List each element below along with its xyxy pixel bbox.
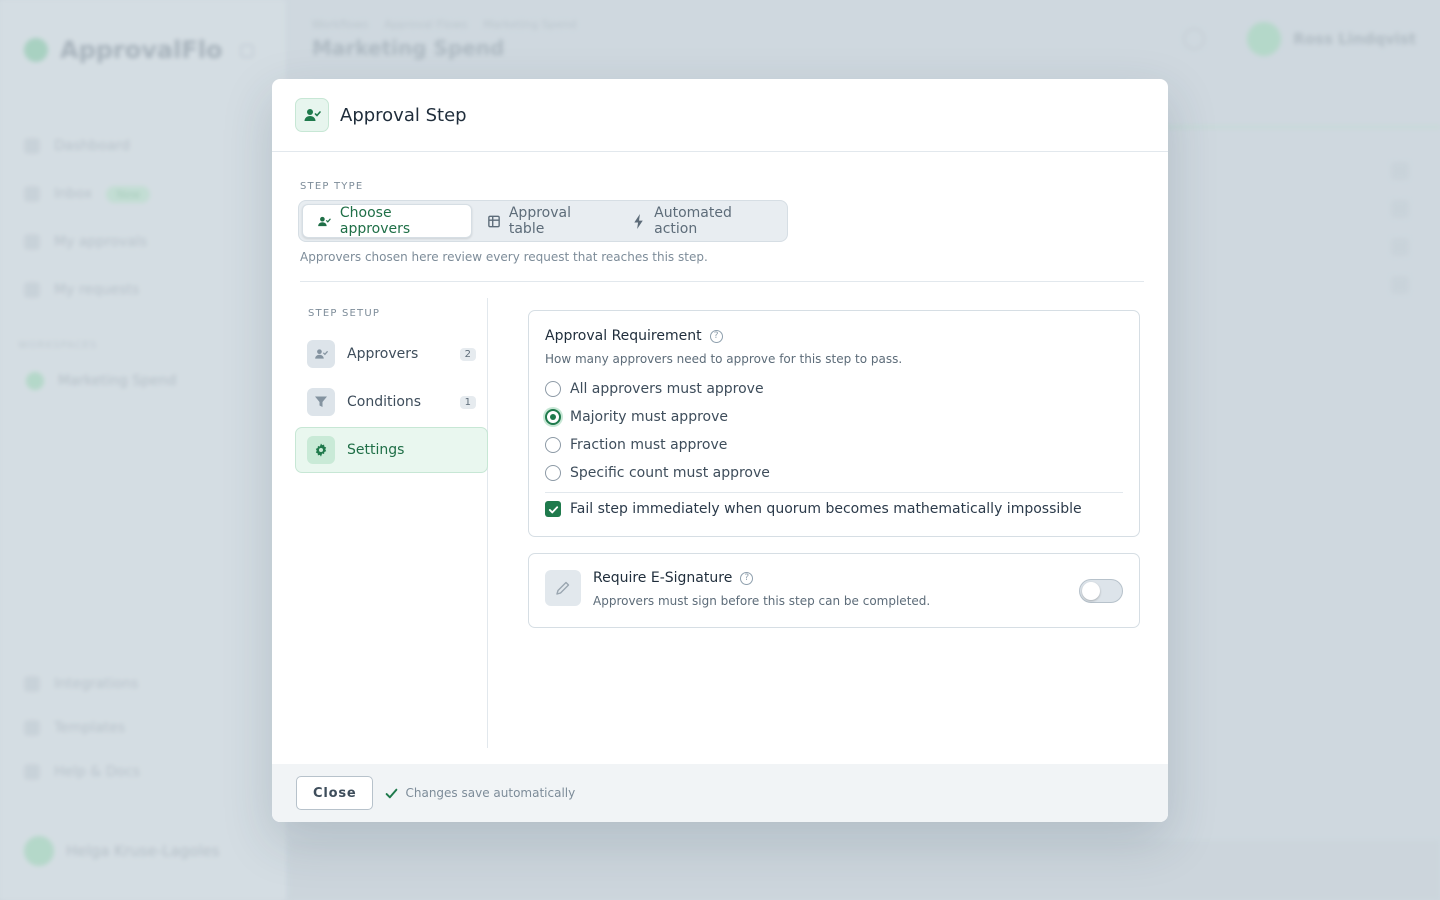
step-type-label: STEP TYPE [300, 181, 364, 192]
radio-specific-count[interactable]: Specific count must approve [545, 465, 770, 481]
radio-all-approvers[interactable]: All approvers must approve [545, 381, 764, 397]
dialog-title: Approval Step [340, 104, 467, 126]
approval-requirement-subtitle: How many approvers need to approve for t… [545, 352, 903, 366]
radio-label: Fraction must approve [570, 437, 728, 453]
user-check-icon [295, 98, 329, 132]
approval-requirement-title-text: Approval Requirement [545, 328, 702, 344]
dialog-header: Approval Step [272, 79, 1168, 152]
setup-item-conditions[interactable]: Conditions 1 [295, 379, 488, 425]
close-button[interactable]: Close [296, 776, 374, 810]
fail-fast-checkbox-row[interactable]: Fail step immediately when quorum become… [545, 501, 1082, 517]
pencil-icon [545, 570, 581, 606]
step-type-approval-table[interactable]: Approval table [474, 204, 617, 238]
step-type-choose-approvers[interactable]: Choose approvers [302, 204, 472, 238]
radio-label: Specific count must approve [570, 465, 770, 481]
radio-label: All approvers must approve [570, 381, 764, 397]
e-signature-card: Require E-Signature ? Approvers must sig… [528, 553, 1140, 628]
e-signature-subtitle: Approvers must sign before this step can… [593, 594, 931, 608]
table-icon [488, 215, 500, 227]
radio-button[interactable] [545, 409, 561, 425]
setup-item-label: Conditions [347, 394, 422, 410]
setup-item-settings[interactable]: Settings [295, 427, 488, 473]
radio-label: Majority must approve [570, 409, 728, 425]
fail-fast-label: Fail step immediately when quorum become… [570, 501, 1082, 517]
e-signature-toggle[interactable] [1079, 579, 1123, 603]
step-type-hint: Approvers chosen here review every reque… [300, 250, 708, 264]
autosave-text: Changes save automatically [405, 786, 576, 800]
lightning-icon [634, 213, 643, 229]
setup-item-approvers[interactable]: Approvers 2 [295, 331, 488, 377]
e-signature-title-text: Require E-Signature [593, 570, 733, 586]
user-check-icon [307, 340, 335, 368]
radio-button[interactable] [545, 465, 561, 481]
autosave-status: Changes save automatically [385, 786, 575, 800]
setup-item-label: Approvers [347, 346, 419, 362]
check-icon [386, 788, 398, 798]
conditions-count-badge: 1 [459, 395, 476, 409]
help-icon[interactable]: ? [709, 329, 723, 343]
radio-fraction[interactable]: Fraction must approve [545, 437, 727, 453]
check-icon [548, 505, 558, 513]
step-setup-nav: STEP SETUP Approvers 2 Conditions 1 Sett… [295, 298, 488, 748]
step-type-automated-action[interactable]: Automated action [619, 204, 784, 238]
e-signature-title: Require E-Signature ? [593, 570, 754, 586]
step-type-label-text: Approval table [508, 205, 571, 237]
gear-icon [307, 436, 335, 464]
approval-step-dialog: Approval Step STEP TYPE Choose approvers… [272, 79, 1168, 822]
setup-item-label: Settings [347, 442, 405, 458]
approvers-count-badge: 2 [459, 347, 476, 361]
user-check-icon [318, 216, 331, 226]
approval-requirement-card: Approval Requirement ? How many approver… [528, 310, 1140, 537]
help-icon[interactable]: ? [740, 571, 754, 585]
radio-button[interactable] [545, 437, 561, 453]
dialog-footer: Close Changes save automatically [272, 764, 1168, 822]
step-type-label-text: Automated action [654, 205, 732, 237]
approval-requirement-title: Approval Requirement ? [545, 328, 723, 344]
divider [545, 492, 1123, 493]
fail-fast-checkbox[interactable] [545, 501, 561, 517]
step-type-label-text: Choose approvers [339, 205, 411, 237]
step-setup-label: STEP SETUP [308, 308, 381, 319]
radio-button[interactable] [545, 381, 561, 397]
filter-icon [307, 388, 335, 416]
radio-majority[interactable]: Majority must approve [545, 409, 728, 425]
step-type-selector: Choose approvers Approval table Automate… [298, 200, 788, 242]
divider [300, 281, 1144, 282]
